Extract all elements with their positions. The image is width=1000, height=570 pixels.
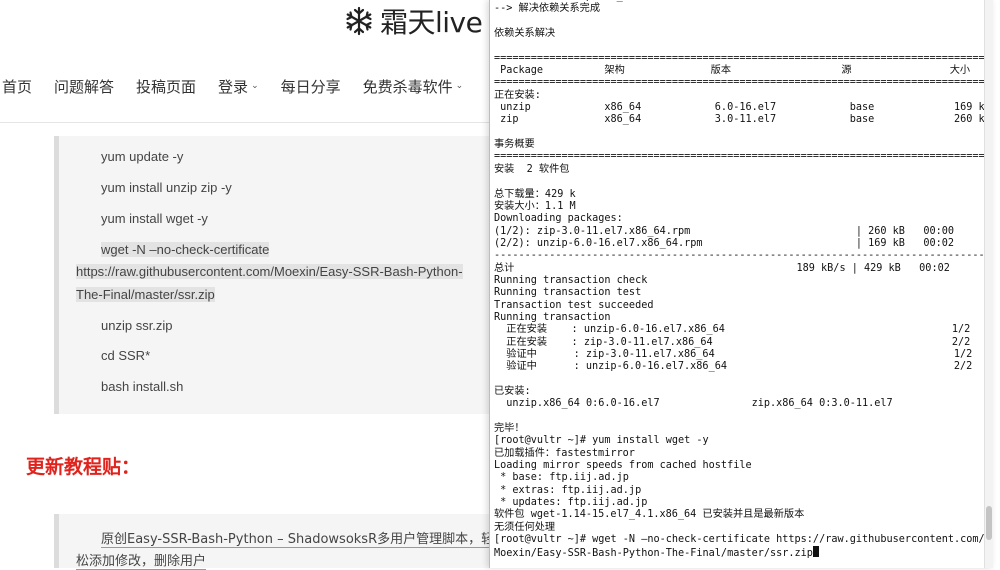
terminal-line: Loading mirror speeds from cached hostfi…: [494, 460, 752, 472]
terminal-line: 正在安装 : zip-3.0-11.el7.x86_64 2/2: [494, 336, 971, 348]
main-nav: 首页 问题解答 投稿页面 登录 ⌄ 每日分享 免费杀毒软件 ⌄: [0, 72, 485, 100]
terminal-line: 总计 189 kB/s | 429 kB 00:02: [494, 262, 950, 274]
terminal-line: [root@vultr ~]# wget -N –no-check-certif…: [494, 534, 985, 546]
terminal-line: ---> 软件包 zip.x86_64.0.3.0-11.el7 将被 安装: [494, 0, 767, 2]
terminal-line: 总下载量：429 k: [494, 188, 576, 200]
terminal-line: unzip x86_64 6.0-16.el7 base 169 k: [494, 102, 985, 114]
command-line-selected[interactable]: wget -N –no-check-certificate: [101, 242, 270, 257]
terminal-line: 验证中 : unzip-6.0-16.el7.x86_64 2/2: [494, 361, 973, 373]
command-line: cd SSR*: [101, 348, 151, 363]
terminal-cursor: [812, 546, 819, 558]
terminal-line: ========================================…: [494, 52, 985, 64]
command-line: yum install unzip zip -y: [101, 180, 232, 195]
terminal-line: Transaction test succeeded: [494, 299, 654, 311]
nav-label: 免费杀毒软件: [362, 77, 453, 96]
nav-label: 投稿页面: [136, 77, 197, 96]
nav-item-login[interactable]: 登录 ⌄: [218, 76, 259, 97]
nav-divider: [0, 122, 490, 123]
command-line-selected[interactable]: The-Final/master/ssr.zip: [76, 287, 215, 302]
terminal-line: * updates: ftp.iij.ad.jp: [494, 497, 648, 509]
nav-item-faq[interactable]: 问题解答: [54, 76, 114, 97]
snowflake-icon: [346, 6, 372, 36]
terminal-line: 事务概要: [494, 139, 535, 151]
terminal-line: Downloading packages:: [494, 213, 623, 225]
nav-label: 问题解答: [54, 77, 115, 96]
terminal-scrollbar[interactable]: [984, 0, 993, 568]
terminal-line: 软件包 wget-1.14-15.el7_4.1.x86_64 已安装并且是最新…: [494, 509, 805, 521]
terminal-line: ========================================…: [494, 77, 985, 89]
command-line-selected[interactable]: https://raw.githubusercontent.com/Moexin…: [76, 264, 463, 279]
terminal-line: 无须任何处理: [494, 521, 556, 533]
site-logo[interactable]: 霜天live: [344, 4, 483, 39]
chevron-down-icon: ⌄: [251, 81, 259, 91]
terminal-line: 正在安装:: [494, 89, 541, 101]
terminal-line: [root@vultr ~]# yum install wget -y: [494, 435, 709, 447]
nav-item-daily-share[interactable]: 每日分享: [281, 76, 341, 97]
terminal-line: unzip.x86_64 0:6.0-16.el7 zip.x86_64 0:3…: [494, 398, 893, 410]
chevron-down-icon: ⌄: [455, 81, 464, 91]
command-line: bash install.sh: [101, 379, 184, 394]
nav-label: 首页: [2, 77, 33, 96]
nav-label: 登录: [218, 77, 249, 96]
terminal-line: 安装 2 软件包: [494, 163, 570, 175]
nav-item-submit[interactable]: 投稿页面: [136, 76, 196, 97]
terminal-line: Moexin/Easy-SSR-Bash-Python-The-Final/ma…: [494, 548, 813, 560]
terminal-line: Running transaction test: [494, 287, 642, 299]
terminal-line: 正在安装 : unzip-6.0-16.el7.x86_64 1/2: [494, 324, 971, 336]
nav-label: 每日分享: [280, 77, 341, 96]
terminal-line: 已安装:: [494, 386, 531, 397]
update-heading: 更新教程贴：: [26, 456, 141, 478]
terminal-line: 已加载插件：fastestmirror: [494, 447, 635, 459]
terminal-window[interactable]: ---> 软件包 zip.x86_64.0.3.0-11.el7 将被 安装 -…: [489, 0, 993, 568]
nav-item-antivirus[interactable]: 免费杀毒软件 ⌄: [363, 76, 464, 97]
terminal-line: (2/2): unzip-6.0-16.el7.x86_64.rpm | 169…: [494, 237, 955, 249]
terminal-line: Running transaction check: [494, 274, 648, 286]
terminal-line: ----------------------------------------…: [494, 250, 985, 262]
terminal-line: 验证中 : zip-3.0-11.el7.x86_64 1/2: [494, 348, 973, 360]
terminal-line: 完毕！: [494, 423, 525, 435]
post-link[interactable]: 原创Easy-SSR-Bash-Python – ShadowsoksR多用户管…: [101, 528, 495, 548]
post-link[interactable]: 松添加修改，删除用户: [76, 550, 207, 570]
terminal-text: ---> 软件包 zip.x86_64.0.3.0-11.el7 将被 安装 -…: [494, 0, 985, 559]
terminal-line: 安装大小：1.1 M: [494, 200, 576, 212]
command-line: unzip ssr.zip: [101, 318, 173, 333]
terminal-line: * extras: ftp.iij.ad.jp: [494, 484, 642, 496]
terminal-line: (1/2): zip-3.0-11.el7.x86_64.rpm | 260 k…: [494, 225, 955, 237]
terminal-line: ========================================…: [494, 151, 985, 163]
terminal-output[interactable]: ---> 软件包 zip.x86_64.0.3.0-11.el7 将被 安装 -…: [494, 0, 985, 561]
command-line: yum install wget -y: [101, 211, 208, 226]
terminal-line: zip x86_64 3.0-11.el7 base 260 k: [494, 114, 985, 126]
command-line: yum update -y: [101, 149, 184, 164]
terminal-line: 依赖关系解决: [494, 28, 556, 40]
scroll-thumb[interactable]: [986, 506, 992, 540]
nav-item-home[interactable]: 首页: [2, 76, 32, 97]
terminal-line: * base: ftp.iij.ad.jp: [494, 472, 629, 484]
logo-text: 霜天live: [380, 6, 483, 39]
terminal-line: Running transaction: [494, 311, 611, 323]
terminal-line: Package 架构 版本 源 大小: [494, 65, 971, 77]
terminal-line: --> 解决依赖关系完成: [494, 3, 601, 15]
